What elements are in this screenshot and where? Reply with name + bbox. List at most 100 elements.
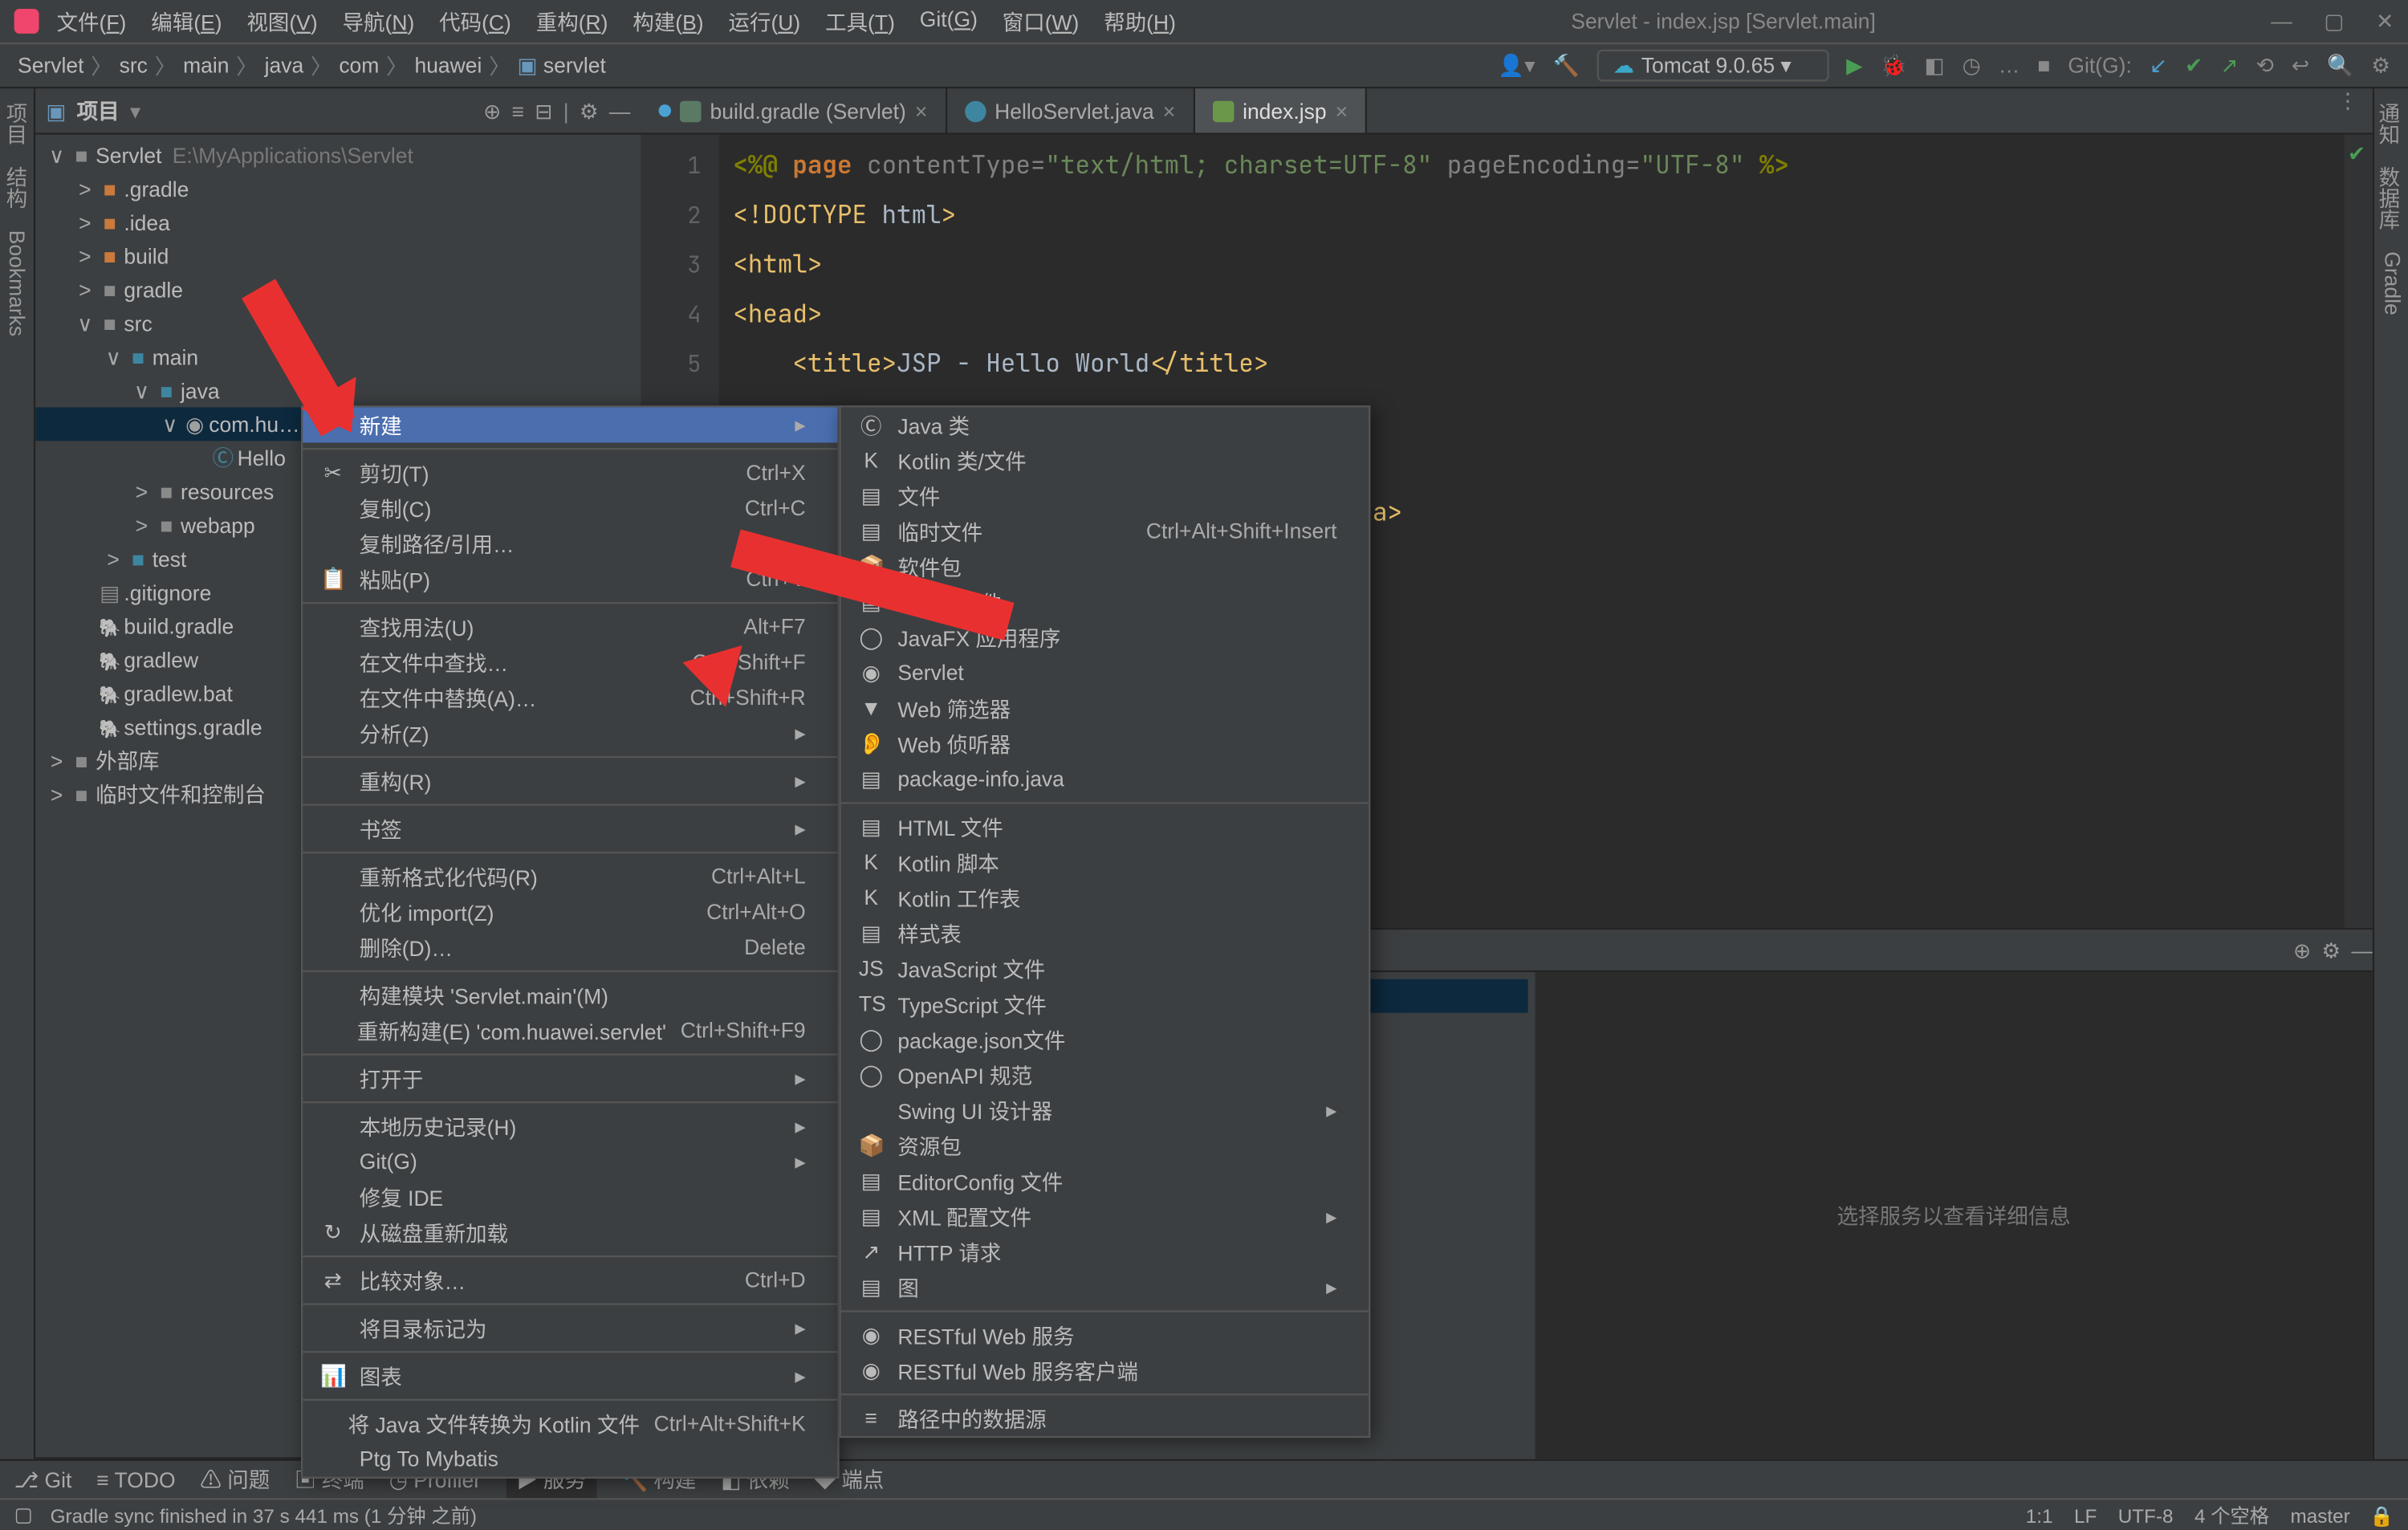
context-menu-item[interactable]: 在文件中查找…Ctrl+Shift+F (303, 645, 837, 680)
context-menu-item[interactable]: ▼Web 筛选器 (841, 690, 1369, 726)
status-widget[interactable]: UTF-8 (2118, 1506, 2174, 1527)
context-menu-item[interactable]: ≡路径中的数据源 (841, 1401, 1369, 1436)
menu-item[interactable]: 帮助(H) (1104, 6, 1176, 37)
tool-stripe-button[interactable]: Gradle (2378, 251, 2405, 315)
services-hide-icon[interactable]: — (2351, 938, 2372, 962)
context-menu[interactable]: 新建▸✂剪切(T)Ctrl+X复制(C)Ctrl+C复制路径/引用…📋粘贴(P)… (301, 405, 840, 1479)
breadcrumb-item[interactable]: java (265, 53, 304, 78)
breadcrumb-item[interactable]: src (120, 53, 148, 78)
breadcrumb-item[interactable]: huawei (414, 53, 482, 78)
context-menu-item[interactable]: 在文件中替换(A)…Ctrl+Shift+R (303, 680, 837, 715)
context-menu-item[interactable]: TSTypeScript 文件 (841, 987, 1369, 1022)
hide-icon[interactable]: — (609, 98, 630, 123)
breadcrumb-item[interactable]: ▣ servlet (518, 53, 606, 78)
minimize-icon[interactable]: — (2271, 9, 2292, 34)
git-history-icon[interactable]: ⟲ (2256, 53, 2274, 78)
debug-icon[interactable]: 🐞 (1881, 53, 1907, 78)
menu-item[interactable]: 工具(T) (825, 6, 895, 37)
context-menu-item[interactable]: 📋粘贴(P)Ctrl+V (303, 561, 837, 596)
editor-tab[interactable]: build.gradle (Servlet)× (641, 88, 947, 132)
tree-row[interactable]: >.gradle (35, 172, 641, 205)
context-menu-item[interactable]: 查找用法(U)Alt+F7 (303, 609, 837, 645)
context-menu-item[interactable]: 删除(D)…Delete (303, 930, 837, 965)
context-menu-item[interactable]: ↗HTTP 请求 (841, 1235, 1369, 1270)
lock-icon[interactable]: 🔒 (2369, 1506, 2394, 1527)
context-menu-item[interactable]: 本地历史记录(H)▸ (303, 1109, 837, 1144)
left-tool-stripe[interactable]: 项目结构 Bookmarks (0, 88, 35, 1459)
close-tab-icon[interactable]: × (1163, 98, 1175, 123)
context-menu-item[interactable]: 修复 IDE (303, 1179, 837, 1215)
tool-window-button[interactable]: ⎇ Git (14, 1467, 72, 1492)
context-menu-item[interactable]: ◯JavaFX 应用程序 (841, 620, 1369, 655)
context-menu-item[interactable]: ◉Servlet (841, 655, 1369, 690)
context-menu-item[interactable]: ▤XML 配置文件▸ (841, 1198, 1369, 1234)
editor-tab[interactable]: HelloServlet.java× (947, 88, 1195, 132)
close-tab-icon[interactable]: × (1336, 98, 1348, 123)
close-icon[interactable]: ✕ (2376, 9, 2394, 34)
context-menu-item[interactable]: 👂Web 侦听器 (841, 726, 1369, 761)
context-menu-item[interactable]: 📦软件包 (841, 549, 1369, 584)
context-menu-item[interactable]: ⒸJava 类 (841, 407, 1369, 442)
tabs-more-icon[interactable]: ⋮ (2323, 88, 2373, 132)
statusbar-corner-icon[interactable]: ▢ (14, 1504, 33, 1527)
context-menu-item[interactable]: KKotlin 类/文件 (841, 442, 1369, 478)
tool-stripe-button[interactable]: Bookmarks (5, 230, 30, 336)
tool-stripe-button[interactable]: 通知 (2378, 103, 2405, 145)
git-commit-icon[interactable]: ✔ (2185, 53, 2203, 78)
context-menu-item[interactable]: ◉RESTful Web 服务客户端 (841, 1353, 1369, 1388)
context-menu-item[interactable]: ▤FXML 文件 (841, 584, 1369, 620)
tree-row[interactable]: >.idea (35, 205, 641, 239)
tree-row[interactable]: >gradle (35, 273, 641, 307)
menu-item[interactable]: Git(G) (920, 6, 978, 37)
context-menu-item[interactable]: ↻从磁盘重新加载 (303, 1215, 837, 1250)
context-menu-item[interactable]: 📊图表▸ (303, 1358, 837, 1394)
context-menu-item[interactable]: 打开于▸ (303, 1060, 837, 1096)
context-menu-item[interactable]: KKotlin 脚本 (841, 844, 1369, 880)
context-menu-item[interactable]: JSJavaScript 文件 (841, 951, 1369, 987)
context-menu-item[interactable]: ▤package-info.java (841, 762, 1369, 797)
context-menu-item[interactable]: ▤临时文件Ctrl+Alt+Shift+Insert (841, 514, 1369, 549)
tool-stripe-button[interactable]: 数据库 (2378, 166, 2405, 230)
tool-window-button[interactable]: ≡ TODO (96, 1467, 175, 1492)
stop-icon[interactable]: ■ (2037, 53, 2050, 78)
context-menu-item[interactable]: ✂剪切(T)Ctrl+X (303, 455, 837, 490)
git-update-icon[interactable]: ↙ (2150, 53, 2167, 78)
context-menu-item[interactable]: ▤图▸ (841, 1270, 1369, 1305)
right-tool-stripe[interactable]: 通知数据库 Gradle (2373, 88, 2408, 1459)
breadcrumb-item[interactable]: com (339, 53, 379, 78)
context-menu-item[interactable]: 构建模块 'Servlet.main'(M) (303, 978, 837, 1013)
tool-stripe-button[interactable]: 项目 (2, 103, 32, 145)
attach-icon[interactable]: … (1999, 53, 2020, 78)
context-menu-item[interactable]: ◯package.json文件 (841, 1022, 1369, 1057)
build-hammer-icon[interactable]: 🔨 (1553, 53, 1580, 78)
close-tab-icon[interactable]: × (915, 98, 927, 123)
tool-window-button[interactable]: ⚠ 问题 (200, 1464, 270, 1495)
new-submenu[interactable]: ⒸJava 类KKotlin 类/文件▤文件▤临时文件Ctrl+Alt+Shif… (840, 405, 1371, 1438)
run-icon[interactable]: ▶ (1846, 53, 1862, 78)
run-config-dropdown[interactable]: Tomcat 9.0.65 ▾ (1597, 50, 1828, 82)
context-menu-item[interactable]: ▤文件 (841, 478, 1369, 514)
user-icon[interactable]: 👤▾ (1498, 53, 1535, 78)
locate-icon[interactable]: ⊕ (483, 98, 501, 123)
status-widget[interactable]: master (2291, 1506, 2350, 1527)
editor-tab[interactable]: index.jsp× (1195, 88, 1368, 132)
tool-stripe-button[interactable]: 结构 (2, 166, 32, 209)
coverage-icon[interactable]: ◧ (1925, 53, 1945, 78)
gear-icon[interactable]: ⚙ (580, 98, 599, 123)
context-menu-item[interactable]: 优化 import(Z)Ctrl+Alt+O (303, 894, 837, 930)
menu-item[interactable]: 编辑(E) (151, 6, 222, 37)
profiler-icon[interactable]: ◷ (1963, 53, 1981, 78)
context-menu-item[interactable]: 新建▸ (303, 407, 837, 442)
context-menu-item[interactable]: ◉RESTful Web 服务 (841, 1317, 1369, 1353)
tree-row[interactable]: ∨ServletE:\MyApplications\Servlet (35, 138, 641, 172)
menu-item[interactable]: 导航(N) (343, 6, 415, 37)
services-gear-icon[interactable]: ⚙ (2321, 938, 2341, 962)
context-menu-item[interactable]: 重新格式化代码(R)Ctrl+Alt+L (303, 859, 837, 894)
status-widget[interactable]: 4 个空格 (2194, 1506, 2269, 1527)
maximize-icon[interactable]: ▢ (2324, 9, 2344, 34)
status-widget[interactable]: LF (2074, 1506, 2097, 1527)
context-menu-item[interactable]: 重构(R)▸ (303, 763, 837, 799)
menu-item[interactable]: 重构(R) (536, 6, 608, 37)
context-menu-item[interactable]: 将 Java 文件转换为 Kotlin 文件Ctrl+Alt+Shift+K (303, 1406, 837, 1441)
tree-row[interactable]: ∨src (35, 307, 641, 340)
